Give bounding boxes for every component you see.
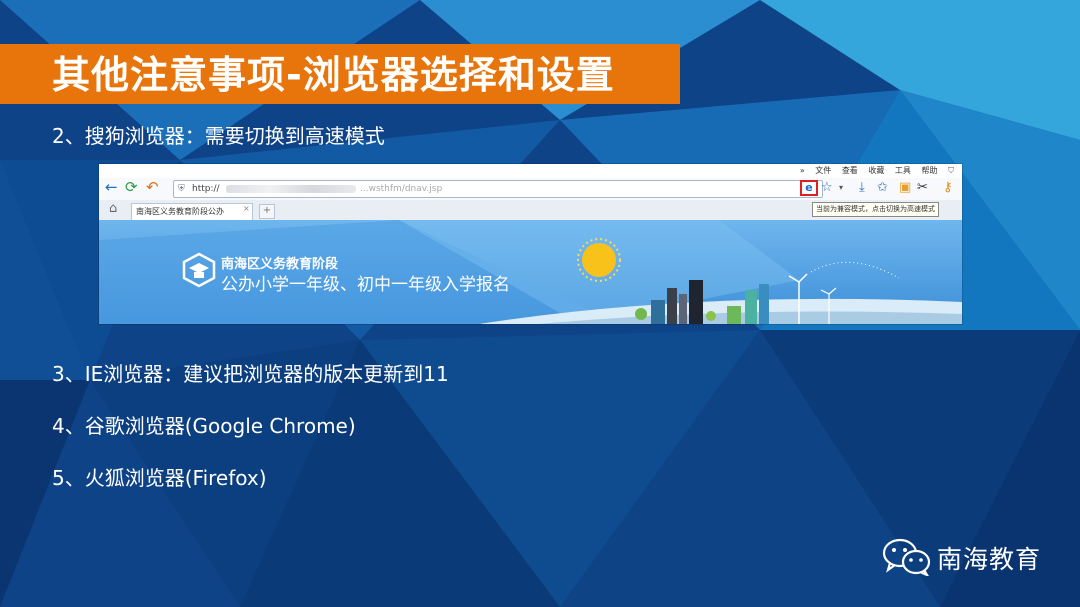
url-blurred [226, 185, 356, 193]
slide-title: 其他注意事项-浏览器选择和设置 [52, 53, 615, 97]
url-prefix: http:// [192, 184, 220, 194]
new-tab-button[interactable]: + [259, 204, 275, 219]
menu-view[interactable]: 查看 [842, 166, 858, 175]
tab-title: 南海区义务教育阶段公办 [136, 207, 224, 216]
browser-tab[interactable]: 南海区义务教育阶段公办 [131, 203, 253, 220]
menu-tools[interactable]: 工具 [895, 166, 911, 175]
browser-screenshot: » 文件 查看 收藏 工具 帮助 ⛉ ← ⟳ ↶ ⛨ http:// ...ws… [99, 164, 962, 324]
star-icon[interactable]: ☆ [821, 179, 833, 197]
compat-mode-button[interactable]: e [800, 180, 818, 196]
banner-subtitle: 公办小学一年级、初中一年级入学报名 [221, 275, 510, 295]
menu-file[interactable]: 文件 [815, 166, 831, 175]
tab-close-icon[interactable]: × [243, 204, 250, 213]
menu-favorites[interactable]: 收藏 [868, 166, 884, 175]
menu-help[interactable]: 帮助 [921, 166, 937, 175]
wechat-icon [882, 538, 931, 576]
shirt-icon[interactable]: ⛉ [948, 166, 954, 175]
brand-name: 南海教育 [937, 545, 1042, 574]
scissors-icon[interactable]: ✂ [917, 179, 928, 197]
home-icon[interactable]: ⌂ [109, 201, 117, 216]
menu-more[interactable]: » [800, 166, 805, 175]
item-chrome: 4、谷歌浏览器(Google Chrome) [52, 414, 356, 438]
item-firefox: 5、火狐浏览器(Firefox) [52, 466, 267, 490]
url-suffix: ...wsthfm/dnav.jsp [360, 184, 443, 194]
favorite-star-icon[interactable]: ✩ [877, 179, 888, 197]
address-bar[interactable]: ⛨ http:// ...wsthfm/dnav.jsp [173, 180, 823, 198]
item-sogou: 2、搜狗浏览器：需要切换到高速模式 [52, 124, 385, 148]
shield-icon: ⛨ [178, 184, 185, 194]
chevron-down-icon[interactable]: ▾ [839, 179, 843, 197]
browser-menu: » 文件 查看 收藏 工具 帮助 ⛉ [792, 164, 954, 178]
download-icon[interactable]: ⤓ [859, 179, 865, 197]
back-arrow-icon[interactable]: ← [105, 178, 118, 196]
compat-tooltip: 当前为兼容模式，点击切换为高速模式 [812, 202, 939, 217]
refresh-icon[interactable]: ⟳ [125, 178, 138, 196]
key-icon[interactable]: ⚷ [943, 179, 953, 197]
item-ie: 3、IE浏览器：建议把浏览器的版本更新到11 [52, 362, 449, 386]
undo-icon[interactable]: ↶ [146, 178, 159, 196]
note-icon[interactable]: ▣ [899, 179, 911, 197]
